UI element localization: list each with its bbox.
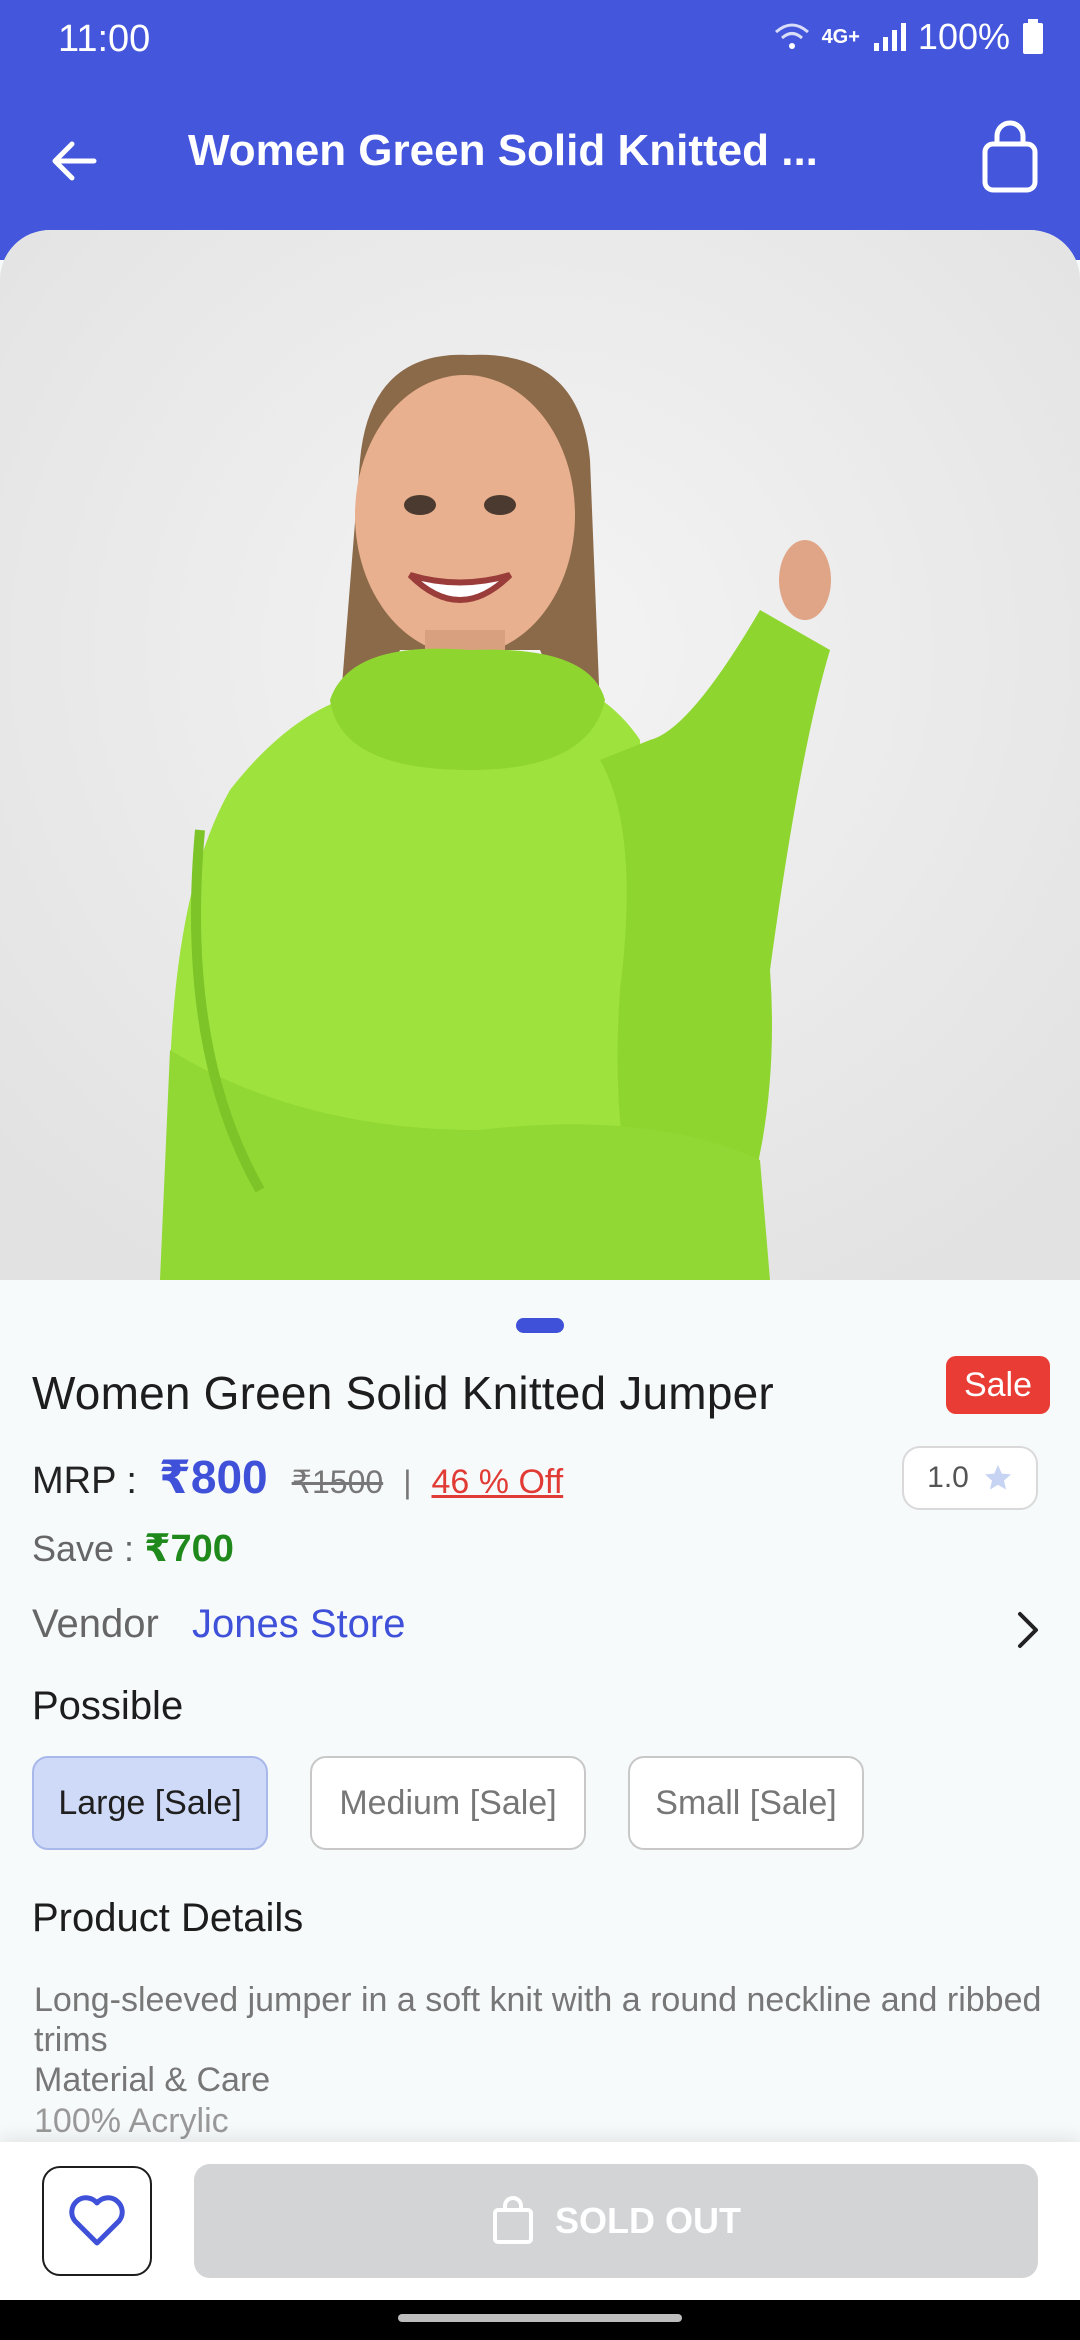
network-type-icon: 4G+ bbox=[821, 25, 860, 48]
cart-button[interactable] bbox=[975, 118, 1045, 198]
wishlist-button[interactable] bbox=[42, 2166, 152, 2276]
battery-icon bbox=[1023, 19, 1043, 54]
product-photo bbox=[0, 230, 1080, 1280]
vendor-name[interactable]: Jones Store bbox=[192, 1602, 405, 1647]
price-row: MRP : ₹800 ₹1500 | 46 % Off bbox=[32, 1450, 563, 1510]
rating-value: 1.0 bbox=[927, 1461, 969, 1494]
product-details-heading: Product Details bbox=[32, 1896, 304, 1940]
price-separator: | bbox=[403, 1464, 412, 1500]
sale-badge: Sale bbox=[946, 1356, 1050, 1414]
wifi-icon bbox=[774, 23, 809, 49]
sold-out-button[interactable]: SOLD OUT bbox=[194, 2164, 1038, 2278]
discount-label: 46 % Off bbox=[431, 1463, 564, 1501]
size-option-large[interactable]: Large [Sale] bbox=[32, 1756, 268, 1850]
save-row: Save : ₹700 bbox=[32, 1526, 234, 1571]
product-description: Long-sleeved jumper in a soft knit with … bbox=[34, 1981, 1042, 2059]
size-section-heading: Possible bbox=[32, 1684, 184, 1728]
signal-icon bbox=[873, 23, 906, 51]
size-option-medium[interactable]: Medium [Sale] bbox=[310, 1756, 586, 1850]
mrp-label: MRP : bbox=[32, 1460, 137, 1502]
sold-out-label: SOLD OUT bbox=[555, 2200, 741, 2241]
bottom-action-bar: SOLD OUT bbox=[0, 2142, 1080, 2300]
original-price: ₹1500 bbox=[291, 1464, 384, 1500]
material-text: 100% Acrylic bbox=[34, 2102, 229, 2140]
rating-badge[interactable]: 1.0 bbox=[902, 1446, 1038, 1510]
home-gesture-handle[interactable] bbox=[398, 2314, 682, 2322]
status-time: 11:00 bbox=[58, 18, 151, 60]
status-bar: 11:00 4G+ 100% bbox=[0, 0, 1080, 80]
product-details-text: Long-sleeved jumper in a soft knit with … bbox=[34, 1980, 1044, 2100]
product-name: Women Green Solid Knitted Jumper bbox=[32, 1367, 774, 1419]
carousel-indicator bbox=[516, 1318, 564, 1333]
star-icon bbox=[984, 1465, 1011, 1490]
material-care-heading: Material & Care bbox=[34, 2061, 271, 2099]
vendor-label: Vendor bbox=[32, 1602, 159, 1646]
product-image-carousel[interactable] bbox=[0, 230, 1080, 1280]
arrow-left-icon bbox=[52, 141, 97, 181]
heart-icon bbox=[69, 2195, 125, 2246]
save-amount: ₹700 bbox=[144, 1528, 234, 1570]
shopping-bag-icon bbox=[493, 2196, 533, 2244]
chevron-right-icon bbox=[1018, 1612, 1038, 1648]
app-bar: Women Green Solid Knitted ... bbox=[0, 100, 1080, 220]
battery-percent: 100% bbox=[917, 16, 1010, 57]
size-option-small[interactable]: Small [Sale] bbox=[628, 1756, 864, 1850]
status-icons: 4G+ 100% bbox=[774, 16, 1044, 58]
shopping-bag-icon bbox=[982, 120, 1038, 193]
current-price: ₹800 bbox=[158, 1451, 268, 1503]
save-label: Save : bbox=[32, 1528, 135, 1569]
system-navigation-bar bbox=[0, 2300, 1080, 2340]
page-title: Women Green Solid Knitted ... bbox=[188, 126, 818, 175]
back-button[interactable] bbox=[40, 126, 110, 196]
vendor-row[interactable]: Vendor Jones Store bbox=[32, 1602, 1048, 1656]
